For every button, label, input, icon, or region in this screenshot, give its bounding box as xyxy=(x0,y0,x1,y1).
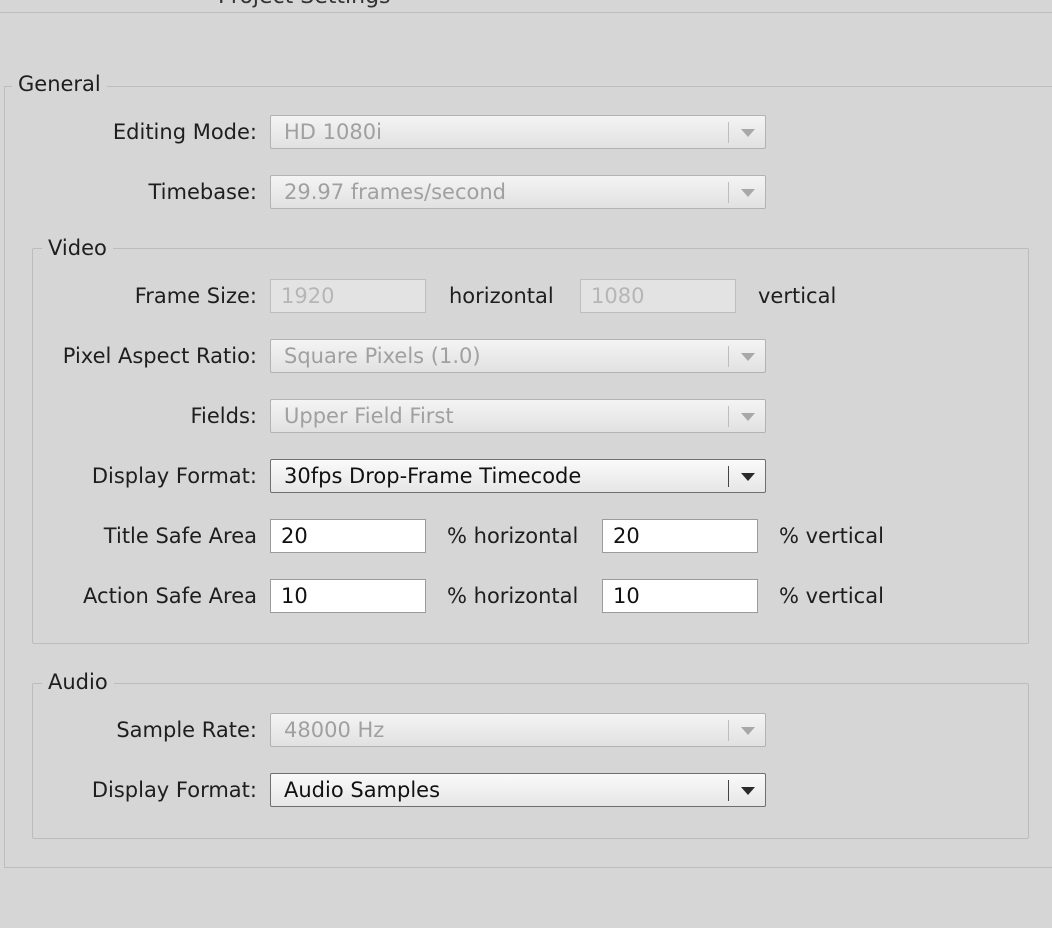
pixel-aspect-ratio-value: Square Pixels (1.0) xyxy=(284,344,481,368)
chevron-down-icon xyxy=(741,774,755,806)
video-display-format-dropdown[interactable]: 30fps Drop-Frame Timecode xyxy=(270,459,766,493)
general-legend: General xyxy=(12,70,107,98)
frame-size-horizontal-field[interactable]: 1920 xyxy=(270,279,426,313)
dropdown-separator xyxy=(728,182,729,203)
frame-size-label: Frame Size: xyxy=(134,284,257,308)
audio-display-format-label: Display Format: xyxy=(91,778,257,802)
audio-display-format-dropdown[interactable]: Audio Samples xyxy=(270,773,766,807)
title-safe-horizontal-unit: % horizontal xyxy=(447,524,579,548)
title-divider xyxy=(0,12,1052,13)
timebase-dropdown[interactable]: 29.97 frames/second xyxy=(270,175,766,209)
audio-display-format-value: Audio Samples xyxy=(284,778,441,802)
fields-value: Upper Field First xyxy=(284,404,454,428)
general-group-top-border xyxy=(4,86,1052,87)
action-safe-vertical-unit: % vertical xyxy=(779,584,884,608)
fields-dropdown[interactable]: Upper Field First xyxy=(270,399,766,433)
dropdown-separator xyxy=(728,122,729,143)
dropdown-separator xyxy=(728,720,729,741)
frame-size-vertical-unit: vertical xyxy=(758,284,837,308)
title-safe-horizontal-field[interactable]: 20 xyxy=(270,519,426,553)
dropdown-separator xyxy=(728,346,729,367)
chevron-down-icon xyxy=(741,340,755,372)
general-group-bottom-border xyxy=(4,867,1052,868)
frame-size-vertical-field[interactable]: 1080 xyxy=(580,279,736,313)
action-safe-area-label: Action Safe Area xyxy=(83,584,257,608)
editing-mode-label: Editing Mode: xyxy=(112,120,257,144)
video-display-format-label: Display Format: xyxy=(91,464,257,488)
fields-label: Fields: xyxy=(190,404,258,428)
editing-mode-value: HD 1080i xyxy=(284,120,382,144)
pixel-aspect-ratio-dropdown[interactable]: Square Pixels (1.0) xyxy=(270,339,766,373)
window-title: Project Settings xyxy=(218,0,391,9)
audio-group xyxy=(32,683,1029,839)
video-legend: Video xyxy=(42,234,113,262)
dropdown-separator xyxy=(728,780,729,801)
chevron-down-icon xyxy=(741,116,755,148)
title-safe-vertical-unit: % vertical xyxy=(779,524,884,548)
timebase-value: 29.97 frames/second xyxy=(284,180,506,204)
timebase-label: Timebase: xyxy=(148,180,257,204)
dropdown-separator xyxy=(728,466,729,487)
video-display-format-value: 30fps Drop-Frame Timecode xyxy=(284,464,582,488)
sample-rate-label: Sample Rate: xyxy=(116,718,257,742)
title-safe-vertical-field[interactable]: 20 xyxy=(602,519,758,553)
sample-rate-value: 48000 Hz xyxy=(284,718,385,742)
pixel-aspect-ratio-label: Pixel Aspect Ratio: xyxy=(62,344,257,368)
sample-rate-dropdown[interactable]: 48000 Hz xyxy=(270,713,766,747)
action-safe-vertical-field[interactable]: 10 xyxy=(602,579,758,613)
audio-legend: Audio xyxy=(42,668,114,696)
chevron-down-icon xyxy=(741,400,755,432)
general-group-left-border xyxy=(4,86,5,868)
title-safe-area-label: Title Safe Area xyxy=(103,524,257,548)
dropdown-separator xyxy=(728,406,729,427)
frame-size-horizontal-unit: horizontal xyxy=(449,284,554,308)
editing-mode-dropdown[interactable]: HD 1080i xyxy=(270,115,766,149)
action-safe-horizontal-field[interactable]: 10 xyxy=(270,579,426,613)
chevron-down-icon xyxy=(741,460,755,492)
action-safe-horizontal-unit: % horizontal xyxy=(447,584,579,608)
chevron-down-icon xyxy=(741,176,755,208)
chevron-down-icon xyxy=(741,714,755,746)
